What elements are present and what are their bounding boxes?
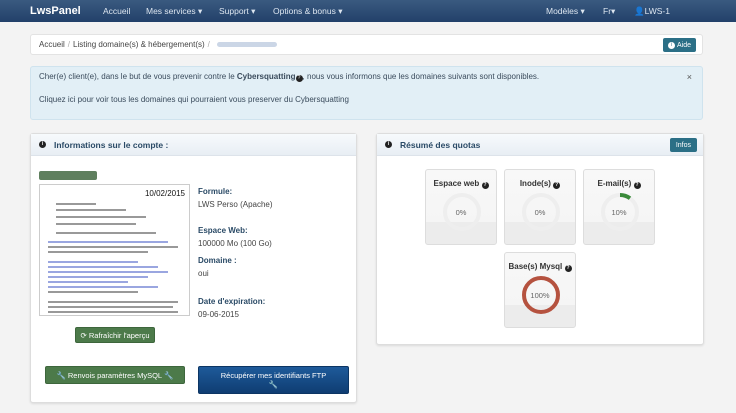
help-button[interactable]: i Aide xyxy=(662,38,696,52)
question-icon[interactable]: ? xyxy=(481,182,489,189)
preview-text-line xyxy=(56,216,146,218)
refresh-preview-button[interactable]: ⟳ Rafraîchir l'aperçu xyxy=(75,327,155,343)
preview-text-line xyxy=(48,266,158,268)
wrench-icon: 🔧 xyxy=(162,370,174,380)
preview-text-line xyxy=(48,281,128,283)
formule-value: LWS Perso (Apache) xyxy=(198,200,273,209)
close-icon[interactable]: × xyxy=(687,72,692,82)
question-icon[interactable]: ? xyxy=(564,265,572,272)
account-panel-header: i Informations sur le compte : xyxy=(31,134,356,156)
question-icon[interactable]: ? xyxy=(295,75,303,82)
top-navbar: LwsPanel Accueil Mes services ▾ Support … xyxy=(0,0,736,22)
wrench-icon: 🔧 xyxy=(268,380,279,389)
preview-text-line xyxy=(48,311,178,313)
quota-e-mail-s-: E-mail(s) ? 10% xyxy=(583,169,655,245)
espace-web-label: Espace Web: xyxy=(198,226,248,235)
preview-date: 10/02/2015 xyxy=(144,189,185,198)
preview-text-line xyxy=(48,286,158,288)
preview-text-line xyxy=(48,276,148,278)
quota-base-s-mysql: Base(s) Mysql ? 100% xyxy=(504,252,576,328)
wrench-icon: 🔧 xyxy=(56,370,68,380)
nav-user[interactable]: 👤LWS-1 xyxy=(634,6,670,17)
quotas-panel-header: i Résumé des quotas xyxy=(377,134,703,156)
espace-web-value: 100000 Mo (100 Go) xyxy=(198,239,272,248)
expiration-label: Date d'expiration: xyxy=(198,297,266,306)
breadcrumb: Accueil / Listing domaine(s) & hébergemen… xyxy=(30,34,703,55)
nav-accueil[interactable]: Accueil xyxy=(103,6,130,16)
domaine-label: Domaine : xyxy=(198,256,237,265)
site-preview: 10/02/2015 xyxy=(39,184,190,316)
nav-options-bonus[interactable]: Options & bonus ▾ xyxy=(273,6,342,17)
preview-text-line xyxy=(48,241,168,243)
preview-text-line xyxy=(56,203,96,205)
preview-text-line xyxy=(48,291,138,293)
alert-link[interactable]: Cliquez ici pour voir tous les domaines … xyxy=(39,95,349,104)
alert-message: Cher(e) client(e), dans le but de vous p… xyxy=(39,72,540,82)
breadcrumb-listing[interactable]: Listing domaine(s) & hébergement(s) xyxy=(73,40,205,49)
formule-label: Formule: xyxy=(198,187,233,196)
quota-percent: 0% xyxy=(534,208,546,217)
refresh-icon: ⟳ xyxy=(80,330,89,340)
info-icon: i xyxy=(39,141,46,148)
quota-label: Espace web ? xyxy=(433,179,489,189)
domaine-value: oui xyxy=(198,269,209,278)
nav-mes-services[interactable]: Mes services ▾ xyxy=(146,6,202,17)
preview-text-line xyxy=(48,301,178,303)
infos-button[interactable]: Infos xyxy=(669,138,697,152)
account-panel: i Informations sur le compte : 10/02/2015… xyxy=(30,133,357,403)
preview-text-line xyxy=(48,306,173,308)
breadcrumb-accueil[interactable]: Accueil xyxy=(39,40,65,49)
preview-text-line xyxy=(48,261,138,263)
preview-text-line xyxy=(56,209,126,211)
quotas-panel: i Résumé des quotas Infos Espace web ? 0%… xyxy=(376,133,704,345)
mysql-params-button[interactable]: 🔧 Renvois paramètres MySQL 🔧 xyxy=(45,366,185,384)
nav-support[interactable]: Support ▾ xyxy=(219,6,255,17)
preview-text-line xyxy=(56,223,136,225)
question-icon[interactable]: ? xyxy=(633,182,641,189)
user-icon: 👤 xyxy=(634,5,645,16)
quota-label: E-mail(s) ? xyxy=(597,179,641,189)
quota-percent: 10% xyxy=(611,208,627,217)
nav-language[interactable]: Fr▾ xyxy=(603,6,615,17)
quota-label: Base(s) Mysql ? xyxy=(508,262,572,272)
expiration-value: 09-06-2015 xyxy=(198,310,239,319)
question-icon[interactable]: ? xyxy=(553,182,561,189)
status-badge xyxy=(39,171,97,180)
preview-text-line xyxy=(56,232,156,234)
preview-text-line xyxy=(48,271,168,273)
quota-espace-web: Espace web ? 0% xyxy=(425,169,497,245)
preview-text-line xyxy=(48,251,148,253)
ftp-credentials-button[interactable]: Récupérer mes identifiants FTP 🔧 xyxy=(198,366,349,394)
quota-percent: 0% xyxy=(455,208,467,217)
quota-label: Inode(s) ? xyxy=(519,179,561,189)
quota-inode-s-: Inode(s) ? 0% xyxy=(504,169,576,245)
cybersquatting-alert: Cher(e) client(e), dans le but de vous p… xyxy=(30,66,703,120)
nav-modeles[interactable]: Modèles ▾ xyxy=(546,6,585,17)
info-icon: i xyxy=(667,41,675,49)
brand-logo[interactable]: LwsPanel xyxy=(30,5,81,17)
preview-text-line xyxy=(48,246,178,248)
info-icon: i xyxy=(385,141,392,148)
breadcrumb-domain-blurred xyxy=(216,42,277,47)
quota-percent: 100% xyxy=(530,291,550,300)
